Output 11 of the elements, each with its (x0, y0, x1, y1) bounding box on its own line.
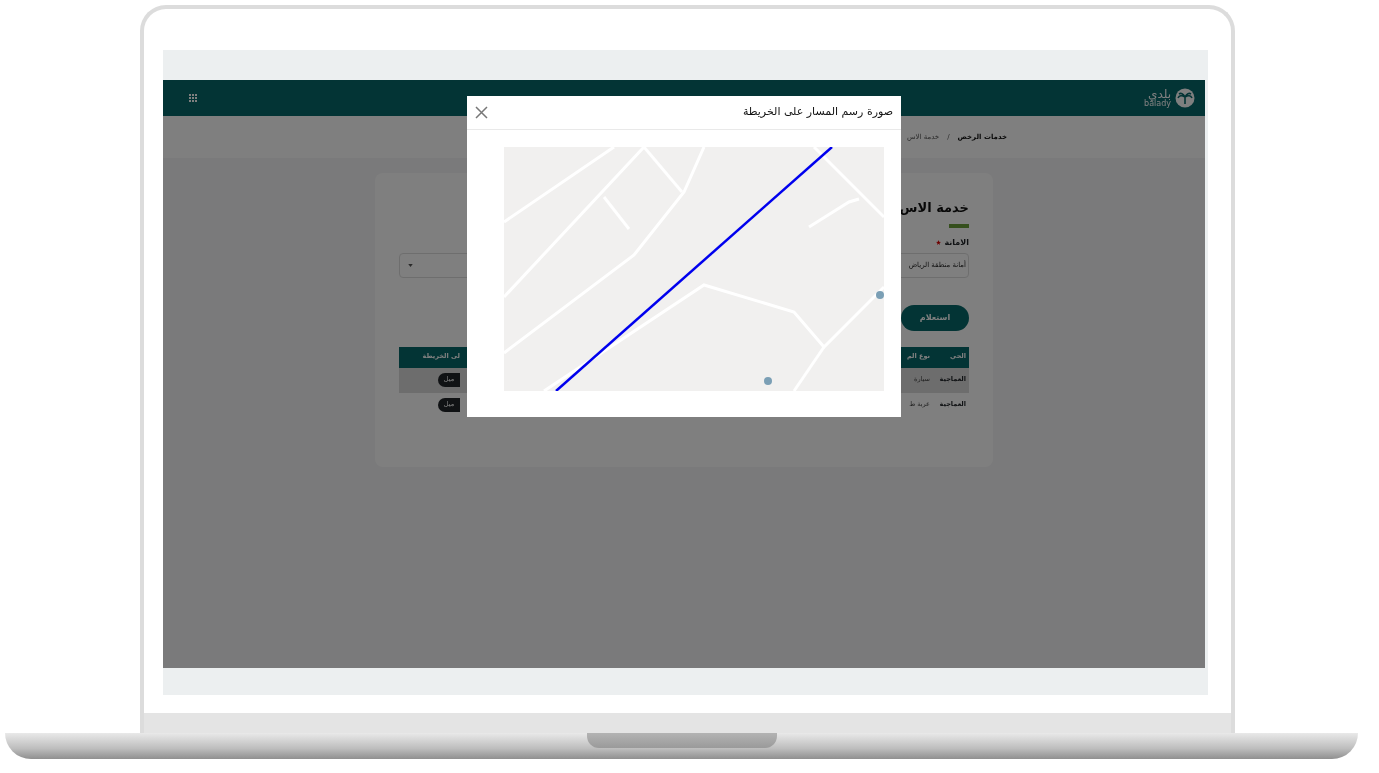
close-icon[interactable] (475, 106, 488, 119)
title-underline (949, 223, 969, 228)
grid-menu-icon[interactable] (189, 94, 197, 102)
page-title: خدمة الاس (898, 200, 969, 216)
logo-subtext: balady (1144, 100, 1171, 108)
logo-text: بلدي (1148, 88, 1171, 100)
field-label: الامانة (944, 237, 969, 247)
query-button[interactable]: استعلام (901, 304, 969, 331)
palm-logo-icon (1175, 88, 1195, 108)
modal-title: صورة رسم المسار على الخريطة (742, 104, 893, 121)
caret-icon (408, 263, 413, 267)
